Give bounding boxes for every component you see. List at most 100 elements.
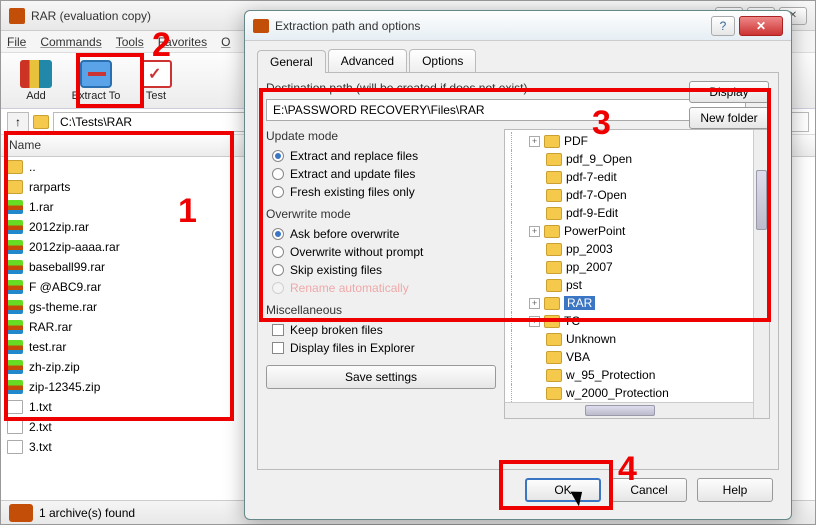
radio-ask-overwrite[interactable]: Ask before overwrite bbox=[266, 225, 496, 243]
add-button[interactable]: Add bbox=[7, 56, 65, 106]
archive-icon bbox=[7, 360, 23, 374]
tree-item[interactable]: + PDF bbox=[507, 132, 767, 150]
radio-fresh-only[interactable]: Fresh existing files only bbox=[266, 183, 496, 201]
up-button[interactable]: ↑ bbox=[7, 112, 29, 132]
folder-icon bbox=[546, 279, 562, 292]
radio-rename-auto[interactable]: Rename automatically bbox=[266, 279, 496, 297]
dialog-title: Extraction path and options bbox=[275, 19, 711, 33]
tree-item[interactable]: pst bbox=[507, 276, 767, 294]
tree-label: w_95_Protection bbox=[566, 368, 655, 382]
folder-icon bbox=[7, 180, 23, 194]
radio-extract-update[interactable]: Extract and update files bbox=[266, 165, 496, 183]
dialog-help-icon[interactable]: ? bbox=[711, 16, 735, 36]
tree-item[interactable]: + RAR bbox=[507, 294, 767, 312]
scrollbar-thumb[interactable] bbox=[585, 405, 655, 416]
tree-label: RAR bbox=[564, 296, 595, 310]
ok-button[interactable]: OK bbox=[525, 478, 601, 502]
tree-item[interactable]: VBA bbox=[507, 348, 767, 366]
tree-expander-icon[interactable]: + bbox=[529, 298, 540, 309]
tree-item[interactable]: w_2000_Protection bbox=[507, 384, 767, 402]
scrollbar-thumb[interactable] bbox=[756, 170, 767, 230]
radio-icon bbox=[272, 228, 284, 240]
text-file-icon bbox=[7, 440, 23, 454]
dialog-titlebar: Extraction path and options ? ✕ bbox=[245, 11, 791, 41]
destination-input[interactable] bbox=[266, 99, 746, 121]
file-name: baseball99.rar bbox=[29, 260, 105, 274]
folder-icon bbox=[7, 160, 23, 174]
folder-icon bbox=[546, 387, 562, 400]
status-text: 1 archive(s) found bbox=[39, 506, 135, 520]
winrar-icon bbox=[9, 8, 25, 24]
menu-tools[interactable]: Tools bbox=[116, 35, 144, 49]
check-keep-broken[interactable]: Keep broken files bbox=[266, 321, 496, 339]
tab-advanced[interactable]: Advanced bbox=[328, 49, 407, 72]
extract-to-button[interactable]: Extract To bbox=[67, 56, 125, 106]
tree-label: pdf_9_Open bbox=[566, 152, 632, 166]
save-settings-button[interactable]: Save settings bbox=[266, 365, 496, 389]
folder-icon bbox=[546, 333, 562, 346]
archive-icon bbox=[7, 200, 23, 214]
folder-icon bbox=[546, 153, 562, 166]
checkbox-icon bbox=[272, 324, 284, 336]
folder-icon bbox=[546, 243, 562, 256]
tree-item[interactable]: pdf_9_Open bbox=[507, 150, 767, 168]
test-button[interactable]: Test bbox=[127, 56, 185, 106]
tree-expander-icon[interactable]: + bbox=[529, 226, 540, 237]
tree-item[interactable]: pp_2007 bbox=[507, 258, 767, 276]
tab-options[interactable]: Options bbox=[409, 49, 476, 72]
tree-expander-icon[interactable]: + bbox=[529, 136, 540, 147]
tree-label: TC bbox=[564, 314, 580, 328]
file-name: 2.txt bbox=[29, 420, 52, 434]
update-mode-label: Update mode bbox=[266, 129, 496, 143]
tree-item[interactable]: pdf-9-Edit bbox=[507, 204, 767, 222]
menu-file[interactable]: File bbox=[7, 35, 26, 49]
tree-label: pdf-9-Edit bbox=[566, 206, 618, 220]
dialog-close-button[interactable]: ✕ bbox=[739, 16, 783, 36]
tree-label: pst bbox=[566, 278, 582, 292]
menu-commands[interactable]: Commands bbox=[40, 35, 101, 49]
file-name: F @ABC9.rar bbox=[29, 280, 101, 294]
misc-label: Miscellaneous bbox=[266, 303, 496, 317]
radio-extract-replace[interactable]: Extract and replace files bbox=[266, 147, 496, 165]
cancel-button[interactable]: Cancel bbox=[611, 478, 687, 502]
folder-tree[interactable]: + PDF pdf_9_Open pdf-7-edit pdf-7-Open pdf-9-… bbox=[504, 129, 770, 419]
tree-item[interactable]: + TC bbox=[507, 312, 767, 330]
tree-label: w_2000_Protection bbox=[566, 386, 669, 400]
folder-icon bbox=[546, 351, 562, 364]
tree-item[interactable]: pp_2003 bbox=[507, 240, 767, 258]
tree-item[interactable]: pdf-7-edit bbox=[507, 168, 767, 186]
file-name: zh-zip.zip bbox=[29, 360, 80, 374]
horizontal-scrollbar[interactable] bbox=[505, 402, 753, 418]
check-display-explorer[interactable]: Display files in Explorer bbox=[266, 339, 496, 357]
tree-item[interactable]: pdf-7-Open bbox=[507, 186, 767, 204]
overwrite-mode-label: Overwrite mode bbox=[266, 207, 496, 221]
radio-icon bbox=[272, 168, 284, 180]
tree-label: VBA bbox=[566, 350, 590, 364]
tree-label: PowerPoint bbox=[564, 224, 625, 238]
test-icon bbox=[140, 60, 172, 88]
radio-skip-existing[interactable]: Skip existing files bbox=[266, 261, 496, 279]
folder-icon bbox=[33, 115, 49, 129]
menu-options[interactable]: O bbox=[221, 35, 230, 49]
file-name: test.rar bbox=[29, 340, 66, 354]
folder-icon bbox=[544, 297, 560, 310]
file-name: zip-12345.zip bbox=[29, 380, 100, 394]
tree-label: pdf-7-Open bbox=[566, 188, 627, 202]
extraction-dialog: Extraction path and options ? ✕ General … bbox=[244, 10, 792, 520]
folder-icon bbox=[546, 207, 562, 220]
file-name: 2012zip.rar bbox=[29, 220, 89, 234]
tree-label: pp_2003 bbox=[566, 242, 613, 256]
books-icon bbox=[20, 60, 52, 88]
display-button[interactable]: Display bbox=[689, 81, 769, 103]
tree-expander-icon[interactable]: + bbox=[529, 316, 540, 327]
tree-item[interactable]: Unknown bbox=[507, 330, 767, 348]
tree-item[interactable]: w_95_Protection bbox=[507, 366, 767, 384]
help-button[interactable]: Help bbox=[697, 478, 773, 502]
tree-item[interactable]: + PowerPoint bbox=[507, 222, 767, 240]
menu-favorites[interactable]: Favorites bbox=[158, 35, 207, 49]
tab-general[interactable]: General bbox=[257, 50, 326, 73]
vertical-scrollbar[interactable] bbox=[753, 130, 769, 418]
new-folder-button[interactable]: New folder bbox=[689, 107, 769, 129]
radio-overwrite-no-prompt[interactable]: Overwrite without prompt bbox=[266, 243, 496, 261]
tree-label: PDF bbox=[564, 134, 588, 148]
